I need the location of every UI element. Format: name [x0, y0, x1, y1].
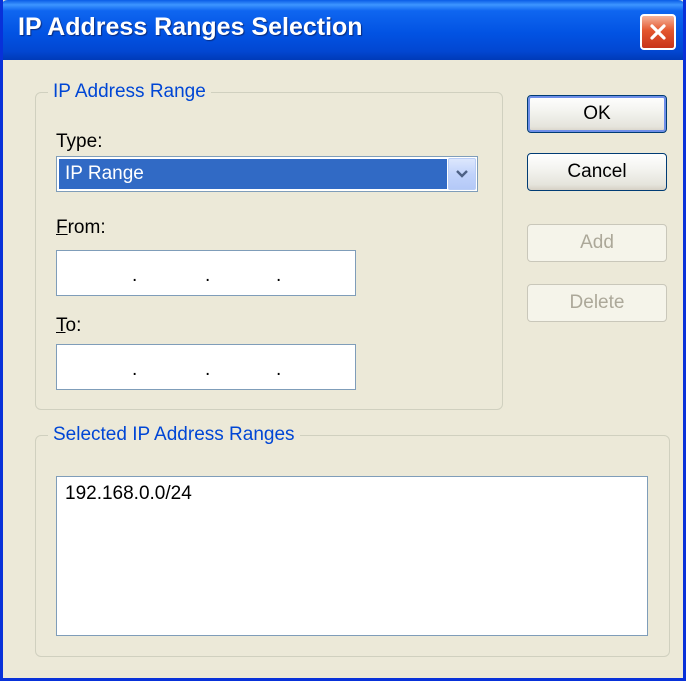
dropdown-arrow-button[interactable]	[448, 158, 476, 190]
to-ip-field[interactable]: . . .	[56, 344, 356, 390]
ok-button[interactable]: OK	[527, 95, 667, 133]
from-label-text: rom:	[67, 217, 106, 238]
from-ip-separator-1: .	[132, 265, 138, 286]
title-bar[interactable]: IP Address Ranges Selection	[3, 0, 683, 60]
from-label: From:	[56, 217, 106, 239]
selected-ranges-list[interactable]: 192.168.0.0/24	[56, 476, 648, 636]
from-ip-separator-2: .	[205, 265, 211, 286]
type-dropdown-value: IP Range	[59, 159, 447, 189]
to-ip-separator-2: .	[205, 359, 211, 380]
from-label-mnemonic: F	[56, 217, 68, 238]
selected-ranges-group: Selected IP Address Ranges 192.168.0.0/2…	[35, 424, 670, 657]
window-title: IP Address Ranges Selection	[18, 13, 363, 41]
to-ip-separator-1: .	[132, 359, 138, 380]
type-label: Type:	[56, 131, 103, 152]
add-button: Add	[527, 224, 667, 262]
ip-address-range-legend: IP Address Range	[48, 81, 211, 103]
to-label-text: o:	[65, 315, 82, 336]
chevron-down-icon	[456, 170, 468, 178]
close-button[interactable]	[640, 14, 676, 50]
from-ip-field[interactable]: . . .	[56, 250, 356, 296]
dialog-window: IP Address Ranges Selection IP Address R…	[0, 0, 686, 681]
delete-button: Delete	[527, 284, 667, 322]
to-label-mnemonic: T	[56, 315, 66, 336]
selected-ranges-legend: Selected IP Address Ranges	[48, 424, 300, 446]
list-item[interactable]: 192.168.0.0/24	[65, 483, 192, 505]
cancel-button[interactable]: Cancel	[527, 153, 667, 191]
type-dropdown[interactable]: IP Range	[56, 156, 478, 192]
to-label: To:	[56, 315, 81, 337]
to-ip-separator-3: .	[276, 359, 282, 380]
ip-address-range-group: IP Address Range Type: IP Range From: . …	[35, 81, 503, 410]
close-icon	[650, 24, 666, 40]
from-ip-separator-3: .	[276, 265, 282, 286]
